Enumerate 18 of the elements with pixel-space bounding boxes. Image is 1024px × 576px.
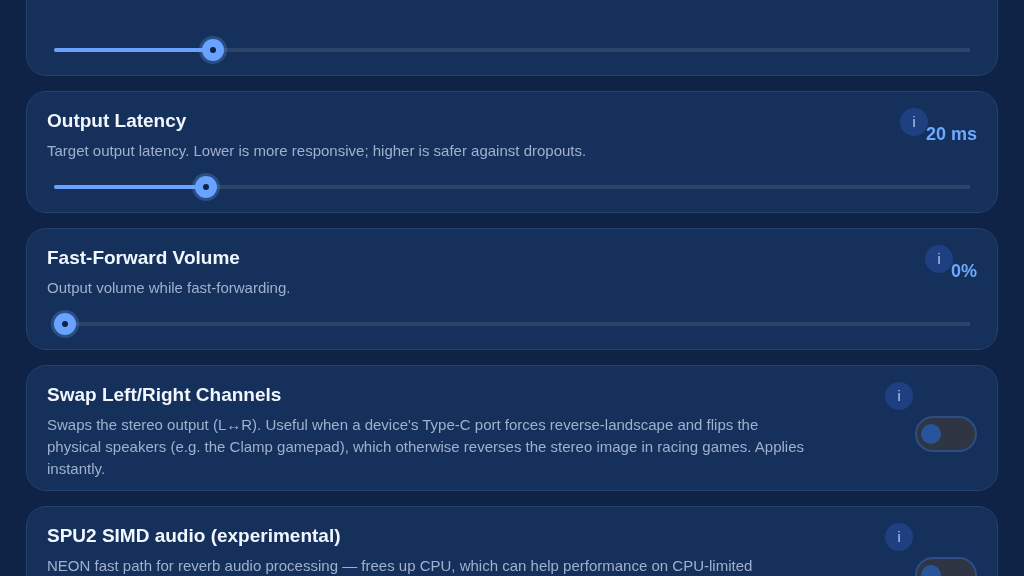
info-button[interactable]: i [885,523,913,551]
info-button[interactable]: i [899,108,928,136]
setting-title: Fast-Forward Volume [47,247,241,269]
setting-title: SPU2 SIMD audio (experimental) [47,525,342,547]
setting-title: Swap Left/Right Channels [47,384,283,406]
slider-thumb[interactable] [202,39,225,61]
setting-value: 20 ms [925,124,977,145]
setting-description: NEON fast path for reverb audio processing — frees up CPU, which can help performance on CPU-limited [47,556,754,576]
slider-thumb[interactable] [54,313,76,335]
setting-title: Output Latency [47,110,188,132]
toggle-switch[interactable] [915,416,977,452]
info-button[interactable]: i [885,382,913,410]
setting-description: Target output latency. Lower is more responsive; higher is safer against dropouts. [47,141,588,161]
setting-description: Swaps the stereo output (L↔R). Useful when a device's Type-C port forces reverse-landscape and flips the physical speakers (e.g. the Clamp gamepad), which otherwise reverses the stereo image in racing games. Applies instantly. [47,415,806,479]
setting-value: 0% [951,261,977,282]
info-button[interactable]: i [925,245,953,273]
slider-thumb[interactable] [195,176,218,198]
setting-description: Output volume while fast-forwarding. [47,278,292,298]
